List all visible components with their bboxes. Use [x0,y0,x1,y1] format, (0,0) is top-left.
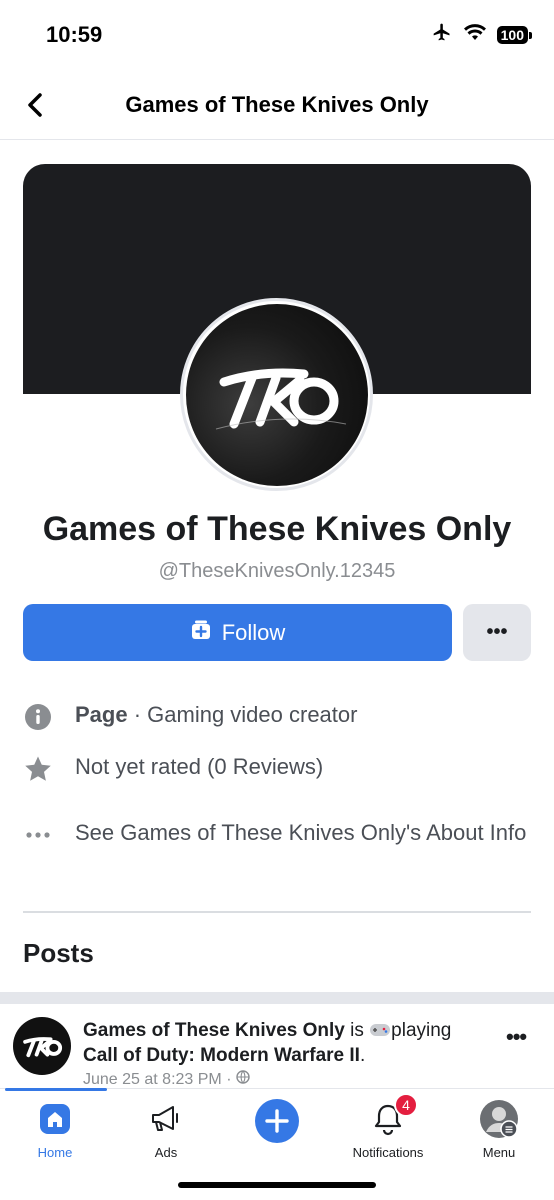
about-row[interactable]: See Games of These Knives Only's About I… [23,820,531,850]
airplane-icon [431,22,453,47]
tab-home-label: Home [37,1145,73,1160]
section-divider [23,911,531,913]
tab-notifications[interactable]: 4 Notifications [338,1093,438,1160]
post-more-button[interactable]: ••• [506,1024,527,1050]
about-link-text: See Games of These Knives Only's About I… [75,820,527,845]
tko-logo [185,303,368,486]
game-name[interactable]: Call of Duty: Modern Warfare II [83,1045,360,1066]
post-author-name[interactable]: Games of These Knives Only [83,1020,345,1041]
globe-icon [235,1070,250,1089]
tab-ads[interactable]: Ads [116,1099,216,1160]
activity-label: playing [391,1020,452,1041]
category-row: Page · Gaming video creator [23,702,531,732]
ellipsis-icon [23,820,53,850]
tab-ads-label: Ads [154,1145,178,1160]
follow-page-icon [190,619,212,647]
active-tab-indicator [5,1088,107,1091]
tab-menu-label: Menu [482,1145,516,1160]
gamepad-icon [369,1020,391,1041]
post-author-avatar[interactable] [13,1017,71,1075]
nav-header: Games of These Knives Only [0,70,554,140]
notification-badge: 4 [394,1093,418,1117]
profile-avatar[interactable] [180,298,373,491]
section-separator [0,992,554,1004]
more-options-button[interactable]: ••• [463,604,531,661]
rating-row[interactable]: Not yet rated (0 Reviews) [23,754,531,784]
tab-home[interactable]: Home [5,1099,105,1160]
status-time: 10:59 [46,22,103,47]
status-icons: 100 [431,22,533,47]
wifi-icon [463,23,487,46]
status-bar: 10:59 100 [0,0,554,70]
tab-menu[interactable]: Menu [449,1099,549,1160]
tab-notifications-label: Notifications [352,1145,424,1160]
follow-label: Follow [221,619,286,645]
profile-menu-icon [479,1099,519,1139]
info-icon [23,702,53,732]
rating-text: Not yet rated (0 Reviews) [75,754,324,779]
tab-create[interactable] [227,1099,327,1143]
post-meta: June 25 at 8:23 PM · [83,1070,250,1089]
bell-icon: 4 [372,1093,418,1139]
home-icon [38,1099,72,1139]
post-game-line: Call of Duty: Modern Warfare II. [83,1045,366,1066]
home-indicator [178,1182,376,1188]
post-timestamp[interactable]: June 25 at 8:23 PM · [83,1071,232,1089]
star-icon [23,754,53,784]
battery-indicator: 100 [496,25,533,44]
megaphone-icon [149,1099,183,1139]
create-plus-icon [254,1099,300,1143]
page-title: Games of These Knives Only [125,92,429,117]
page-name: Games of These Knives Only [42,510,512,548]
posts-heading: Posts [23,938,94,968]
follow-button[interactable]: Follow [23,604,452,661]
page-handle: @TheseKnivesOnly.12345 [158,560,396,582]
post-header-line: Games of These Knives Only is playing [83,1020,452,1041]
category-text: Page · Gaming video creator [75,702,358,727]
